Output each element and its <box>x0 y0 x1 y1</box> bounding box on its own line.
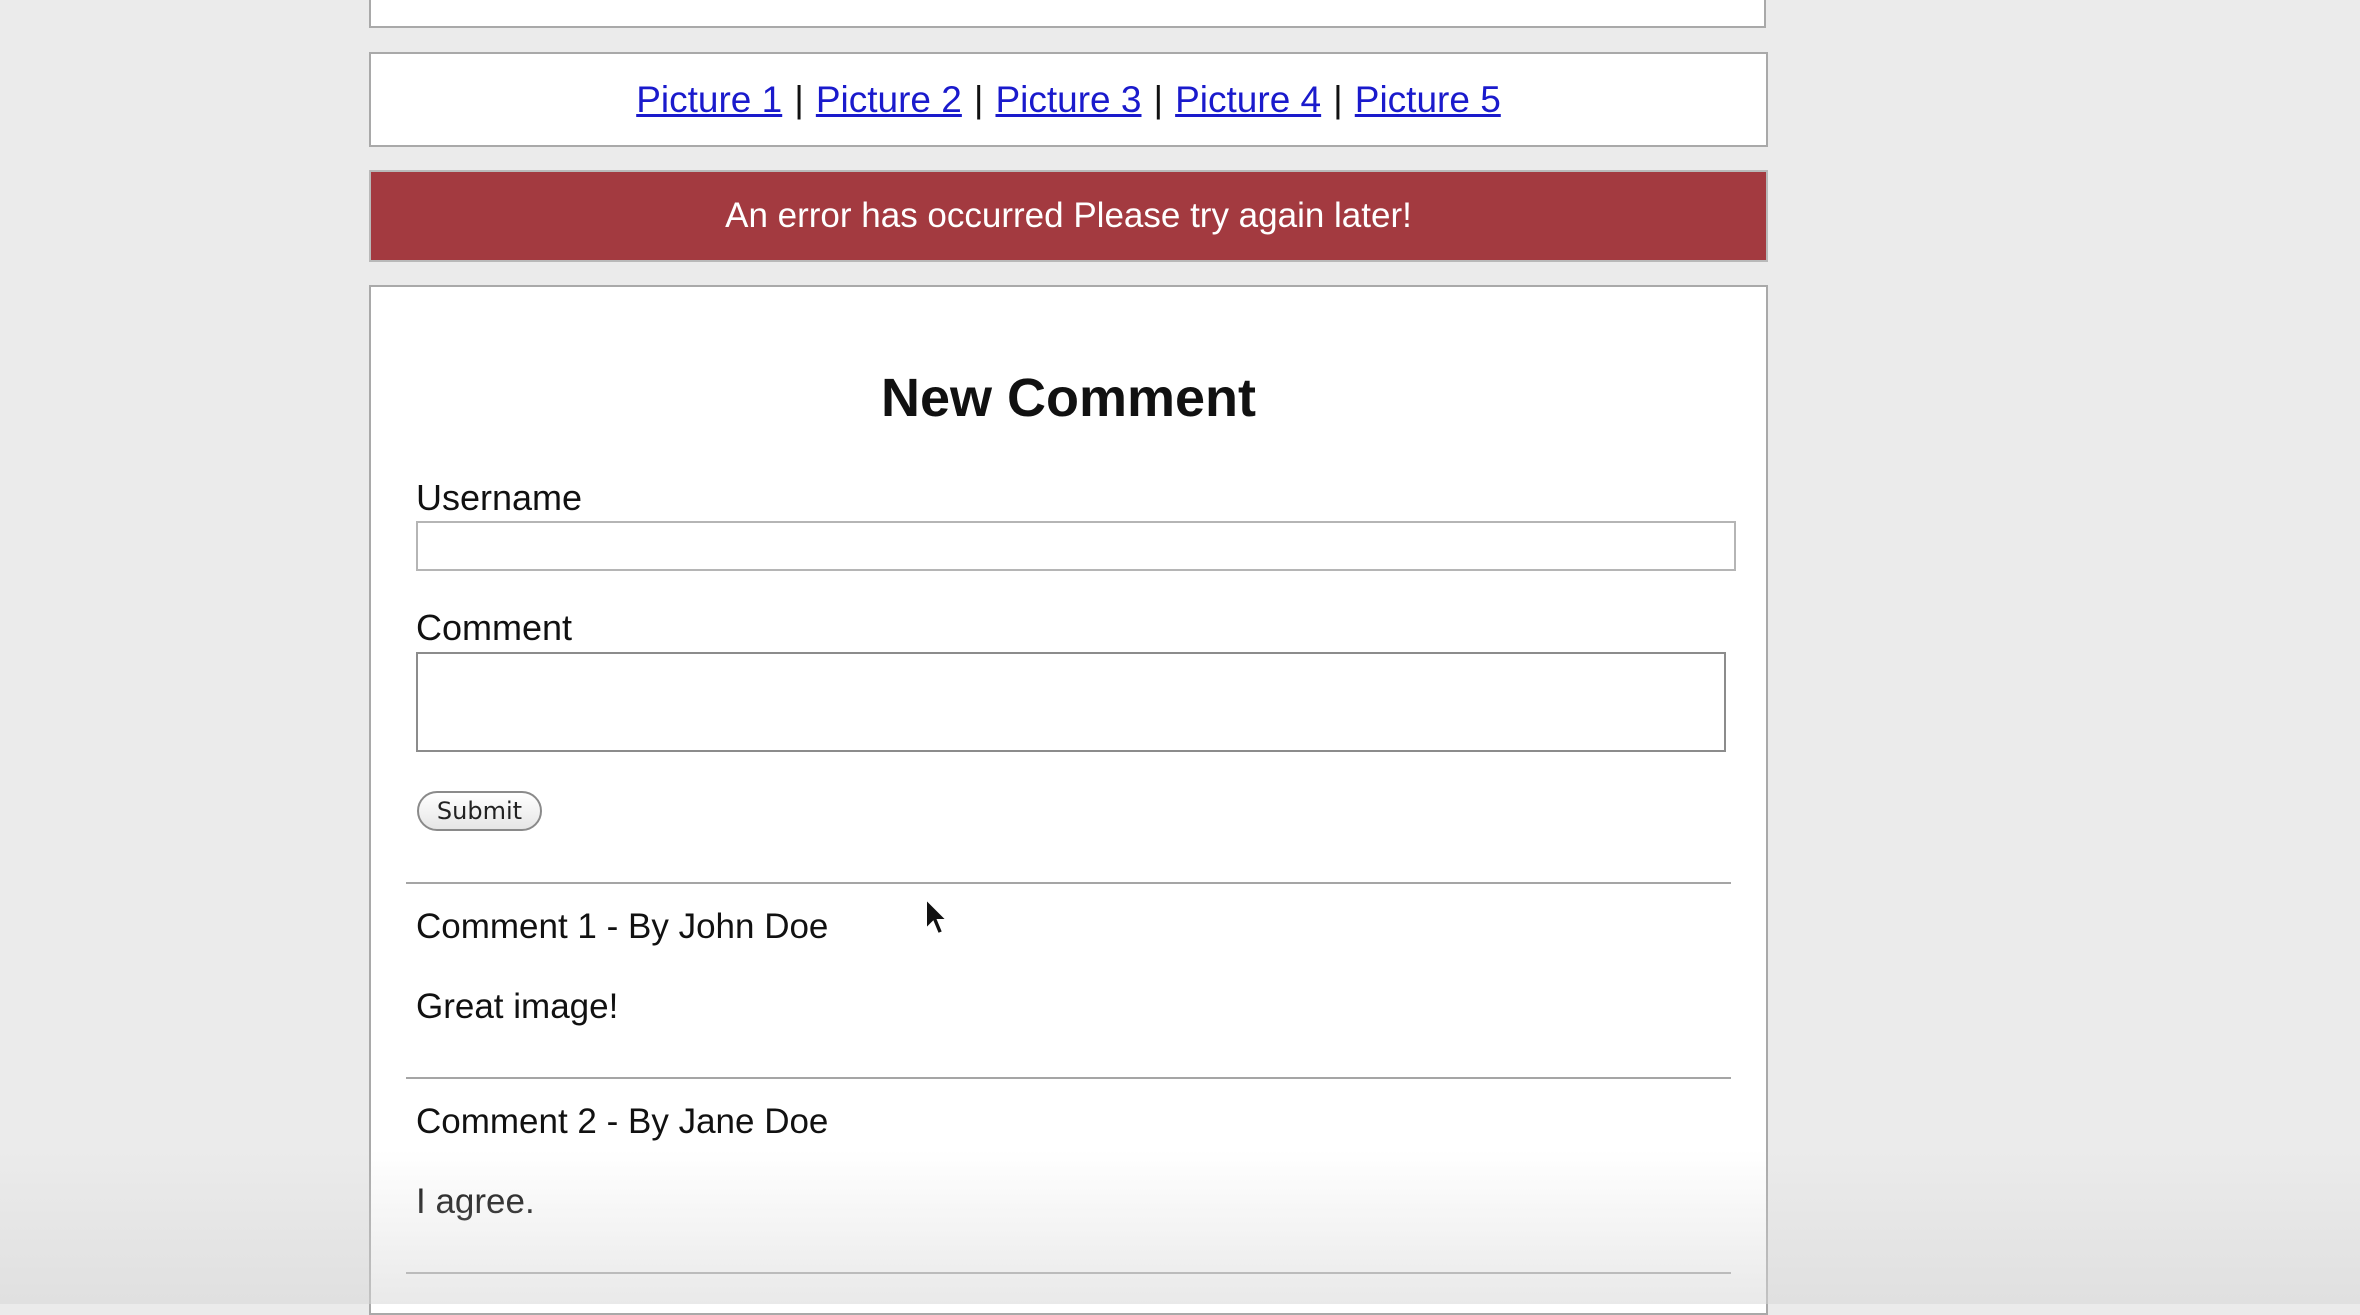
username-input[interactable] <box>416 521 1736 571</box>
comment-divider <box>406 882 1731 884</box>
comment-header: Comment 1 - By John Doe <box>416 907 829 946</box>
previous-panel <box>369 0 1766 28</box>
form-title: New Comment <box>880 368 1257 428</box>
username-label: Username <box>416 477 583 518</box>
error-message: An error has occurred Please try again l… <box>725 196 1412 235</box>
comment-textarea[interactable] <box>416 652 1726 752</box>
nav-link-picture-3[interactable]: Picture 3 <box>995 79 1141 121</box>
picture-nav: Picture 1 | Picture 2 | Picture 3 | Pict… <box>369 52 1768 147</box>
mouse-cursor-icon <box>925 897 950 936</box>
comment-label: Comment <box>416 607 573 648</box>
comment-divider <box>406 1077 1731 1079</box>
nav-separator: | <box>1153 78 1164 120</box>
comment-body: Great image! <box>416 987 619 1026</box>
comment-body: I agree. <box>416 1182 535 1221</box>
comment-header: Comment 2 - By Jane Doe <box>416 1102 829 1141</box>
error-banner: An error has occurred Please try again l… <box>369 170 1768 262</box>
nav-link-picture-4[interactable]: Picture 4 <box>1175 79 1321 121</box>
nav-separator: | <box>794 78 804 120</box>
nav-link-picture-1[interactable]: Picture 1 <box>636 79 782 121</box>
submit-button[interactable]: Submit <box>417 791 542 831</box>
nav-link-picture-5[interactable]: Picture 5 <box>1355 79 1501 121</box>
nav-separator: | <box>1333 78 1343 120</box>
nav-link-picture-2[interactable]: Picture 2 <box>816 79 962 121</box>
comment-panel: New Comment Username Comment Submit Comm… <box>369 285 1768 1315</box>
comment-divider <box>406 1272 1731 1274</box>
nav-separator: | <box>973 78 984 120</box>
